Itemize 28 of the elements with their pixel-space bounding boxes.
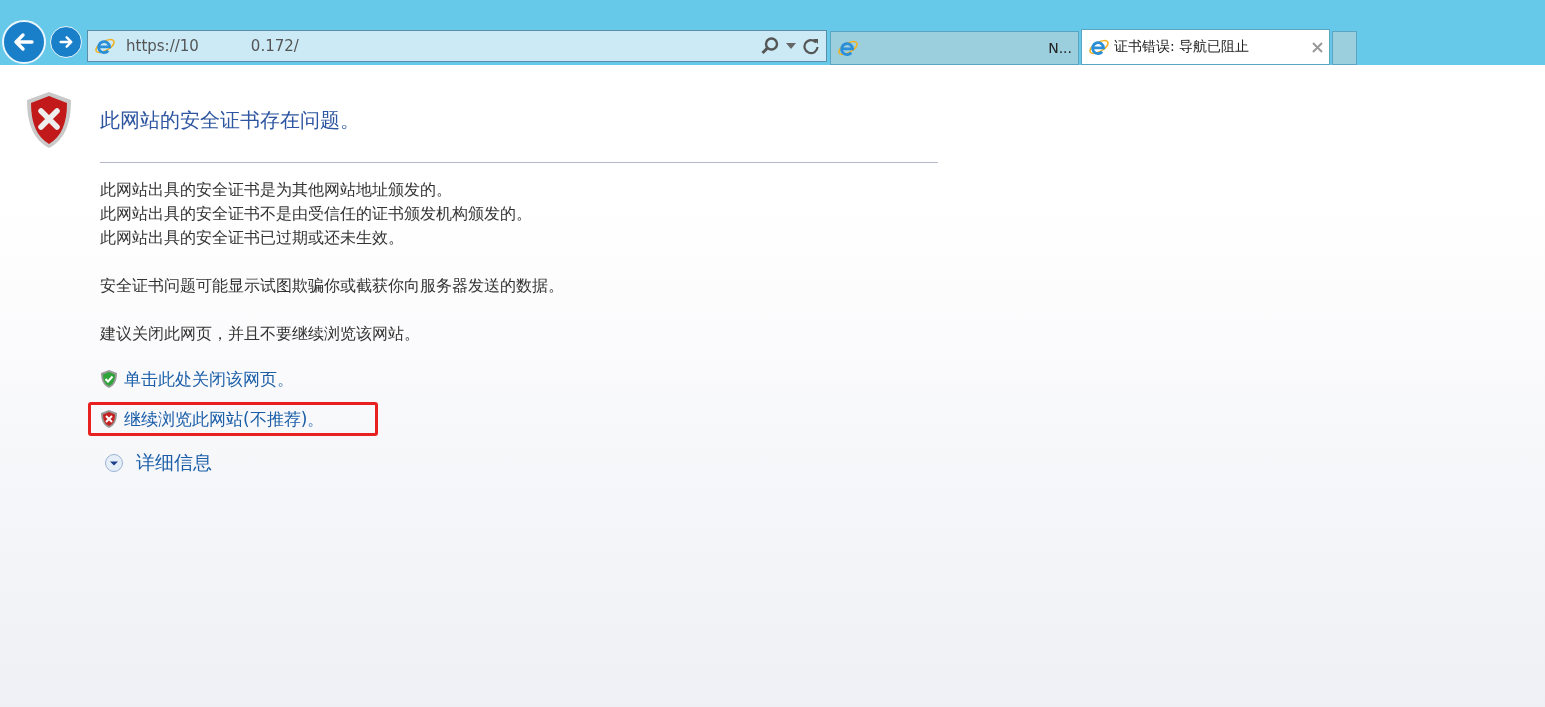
browser-tab[interactable]: N... — [830, 31, 1079, 65]
close-icon[interactable] — [1312, 41, 1323, 53]
page-link[interactable]: 继续浏览此网站(不推荐)。 — [124, 407, 325, 431]
message-text: 此网站出具的安全证书不是由受信任的证书颁发机构颁发的。 — [100, 203, 533, 225]
back-button[interactable] — [2, 20, 46, 64]
dropdown-caret-icon[interactable] — [786, 43, 796, 49]
details-link[interactable]: 详细信息 — [136, 450, 212, 476]
back-arrow-icon — [12, 30, 36, 54]
message-text: 此网站出具的安全证书是为其他网站地址颁发的。 — [100, 179, 453, 201]
search-icon[interactable] — [760, 36, 780, 56]
safe-shield-icon — [100, 369, 118, 389]
expand-icon[interactable] — [104, 453, 124, 473]
tab-title: 证书错误: 导航已阻止 — [1114, 38, 1250, 56]
refresh-icon[interactable] — [802, 37, 820, 55]
browser-tab[interactable]: 证书错误: 导航已阻止 — [1081, 29, 1330, 65]
error-shield-icon — [100, 409, 118, 429]
address-bar[interactable]: https://10 0.172/ — [87, 30, 827, 62]
forward-button[interactable] — [50, 26, 82, 58]
tab-title: N... — [1048, 40, 1072, 56]
message-text: 此网站出具的安全证书已过期或还未生效。 — [100, 227, 405, 249]
url-text: https://10 — [126, 37, 199, 55]
message-text: 安全证书问题可能显示试图欺骗你或截获你向服务器发送的数据。 — [100, 275, 565, 297]
forward-arrow-icon — [58, 34, 74, 50]
page-heading: 此网站的安全证书存在问题。 — [100, 106, 360, 134]
message-text: 建议关闭此网页，并且不要继续浏览该网站。 — [100, 323, 421, 345]
url-text: 0.172/ — [250, 37, 299, 55]
page-link[interactable]: 单击此处关闭该网页。 — [124, 367, 294, 391]
error-shield-icon — [24, 90, 74, 150]
